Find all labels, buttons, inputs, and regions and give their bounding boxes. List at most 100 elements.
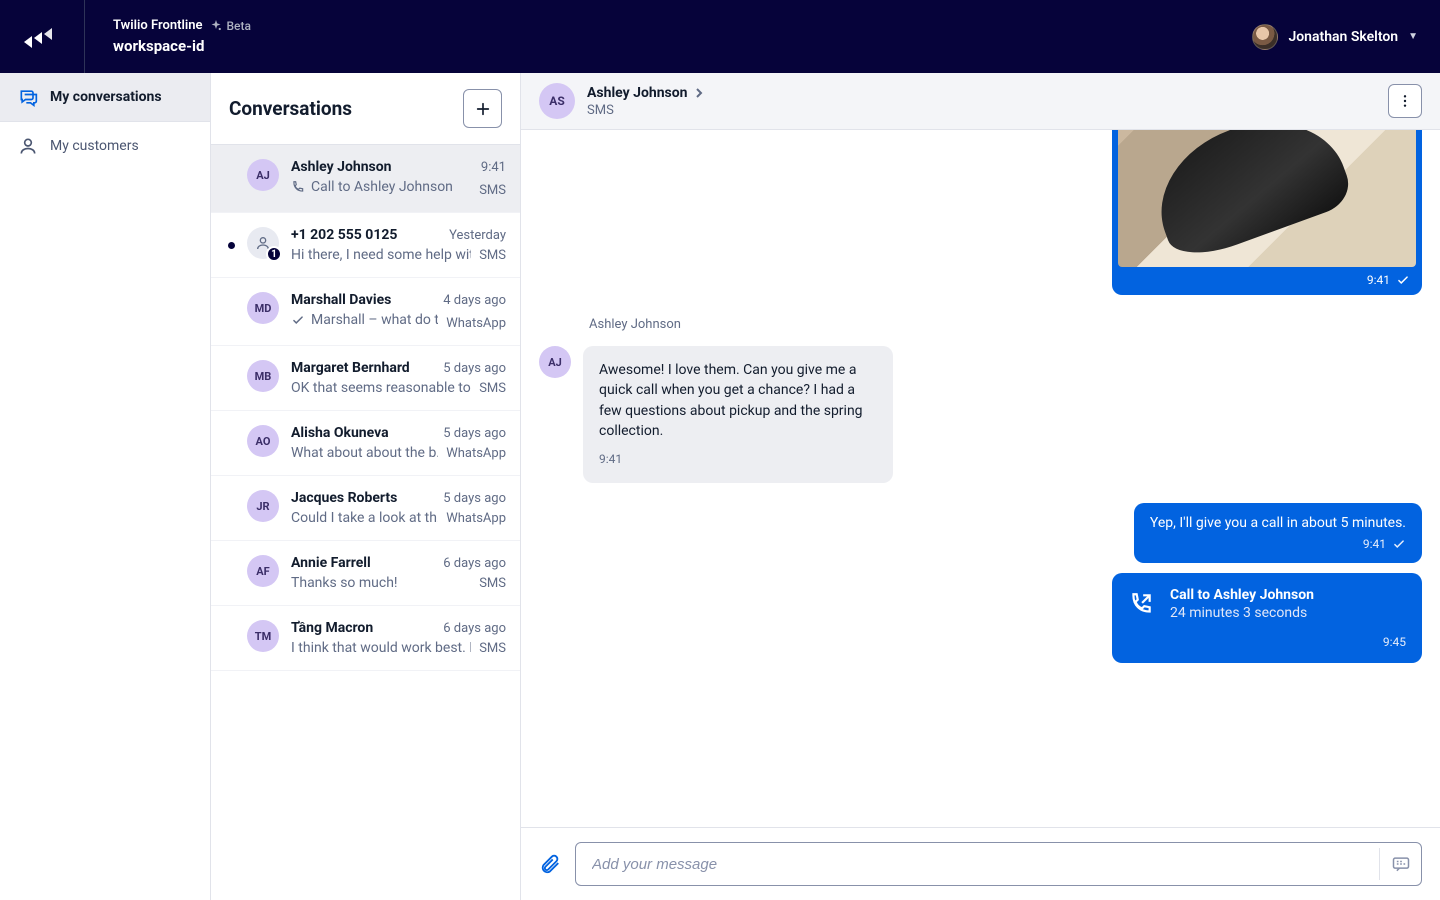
unread-indicator [227,425,235,461]
nav-label: My customers [50,138,139,154]
contact-avatar: AJ [247,159,279,191]
composer [521,827,1440,900]
conversation-name: Jacques Roberts [291,490,397,506]
unread-indicator [227,555,235,591]
conversation-time: 5 days ago [443,426,506,441]
template-reply-button[interactable] [1379,848,1411,880]
person-icon [18,136,38,156]
new-conversation-button[interactable] [463,89,502,128]
call-title: Call to Ashley Johnson [1170,587,1314,603]
contact-avatar: AO [247,425,279,457]
conversation-name: Marshall Davies [291,292,391,308]
message-input[interactable] [590,855,1379,874]
conversation-row[interactable]: 1+1 202 555 0125YesterdayHi there, I nee… [211,213,520,278]
unread-badge: 1 [266,246,282,262]
unread-indicator [227,227,235,263]
conversation-channel: WhatsApp [446,511,506,526]
sparkle-icon [210,20,222,32]
plus-icon [475,101,491,117]
conversation-name: Annie Farrell [291,555,371,571]
compose-field[interactable] [575,842,1422,886]
chat-contact[interactable]: Ashley Johnson SMS [587,85,704,118]
incoming-message[interactable]: Awesome! I love them. Can you give me a … [583,346,893,483]
outgoing-image-message[interactable]: 9:41 [1112,130,1422,295]
conversation-time: 9:41 [481,160,506,175]
unread-indicator [227,490,235,526]
conversation-channel: SMS [479,381,506,396]
message-time: 9:41 [599,451,877,468]
conversation-row[interactable]: JR Jacques Roberts 5 days ago Could I take … [211,476,520,541]
contact-avatar: MB [247,360,279,392]
unread-indicator [227,620,235,656]
message-text: Yep, I'll give you a call in about 5 min… [1150,515,1406,531]
nav-customers[interactable]: My customers [0,122,210,170]
conversation-preview: OK that seems reasonable to … [291,380,471,396]
conversation-name: Tầng Macron [291,620,373,636]
call-duration: 24 minutes 3 seconds [1170,605,1314,621]
contact-name: Ashley Johnson [587,85,688,101]
conversation-row[interactable]: MD Marshall Davies 4 days ago Marshall – wh… [211,278,520,346]
app-body: My conversations My customers Conversati… [0,73,1440,900]
beta-tag: Beta [210,19,250,33]
contact-avatar: AS [539,83,575,119]
paperclip-icon [539,853,561,875]
check-icon [1396,273,1410,287]
chat-template-icon [1391,854,1411,874]
conversation-name: Margaret Bernhard [291,360,410,376]
nav-label: My conversations [50,89,162,105]
user-avatar [1252,24,1278,50]
conversation-row[interactable]: AFAnnie Farrell6 days agoThanks so much!… [211,541,520,606]
conversations-header: Conversations [211,73,520,144]
conversation-time: 6 days ago [443,556,506,571]
conversation-channel: WhatsApp [446,446,506,461]
messages-scroll[interactable]: 9:41 Ashley Johnson AJ Awesome! I love t… [521,130,1440,827]
chat-bubble-icon [18,87,38,107]
conversations-list[interactable]: AJ Ashley Johnson 9:41 Call to Ashley Johns… [211,144,520,900]
conversation-name: Ashley Johnson [291,159,392,175]
contact-avatar: TM [247,620,279,652]
conversation-row[interactable]: MB Margaret Bernhard 5 days ago OK that see… [211,346,520,411]
conversation-preview: What about about the b… [291,445,438,461]
contact-avatar: MD [247,292,279,324]
product-name: Twilio Frontline [113,18,202,33]
conversation-preview: Could I take a look at th… [291,510,438,526]
chat-menu-button[interactable] [1388,84,1422,118]
conversation-preview: Call to Ashley Johnson [291,179,453,195]
conversation-preview: Thanks so much! [291,575,398,591]
contact-avatar: JR [247,490,279,522]
incoming-sender: Ashley Johnson [589,317,1422,332]
message-time: 9:45 [1383,635,1406,649]
conversations-title: Conversations [229,97,352,120]
conversation-channel: SMS [479,183,506,198]
product-photo [1118,130,1416,267]
chevron-down-icon: ▼ [1408,31,1418,42]
outgoing-message[interactable]: Yep, I'll give you a call in about 5 min… [1134,503,1422,563]
conversation-time: 5 days ago [443,361,506,376]
conversation-row[interactable]: TMTầng Macron6 days agoI think that woul… [211,606,520,671]
conversation-row[interactable]: AJ Ashley Johnson 9:41 Call to Ashley Johns… [211,144,520,213]
incoming-avatar: AJ [539,346,571,378]
conversation-time: 5 days ago [443,491,506,506]
conversation-row[interactable]: AO Alisha Okuneva 5 days ago What about abo… [211,411,520,476]
chat-header: AS Ashley Johnson SMS [521,73,1440,130]
unread-indicator [227,292,235,331]
conversation-preview: I think that would work best. If… [291,640,471,656]
user-menu[interactable]: Jonathan Skelton ▼ [1252,24,1418,50]
topbar: Twilio Frontline Beta workspace-id Jonat… [0,0,1440,73]
sidebar-nav: My conversations My customers [0,73,211,900]
topbar-left: Twilio Frontline Beta workspace-id [22,0,251,73]
conversation-time: 4 days ago [443,293,506,308]
unread-indicator [227,159,235,198]
call-record[interactable]: Call to Ashley Johnson 24 minutes 3 seco… [1112,573,1422,663]
conversations-panel: Conversations AJ Ashley Johnson 9:41 Call t… [211,73,521,900]
conversation-name: Alisha Okuneva [291,425,389,441]
chat-panel: AS Ashley Johnson SMS 9:41 [521,73,1440,900]
attach-button[interactable] [539,853,561,875]
conversation-preview: Marshall – what do th… [291,312,438,328]
conversation-channel: WhatsApp [446,316,506,331]
nav-conversations[interactable]: My conversations [0,73,210,122]
check-icon [1392,537,1406,551]
message-time: 9:41 [1363,537,1386,551]
unread-indicator [227,360,235,396]
frontline-logo[interactable] [22,22,52,52]
